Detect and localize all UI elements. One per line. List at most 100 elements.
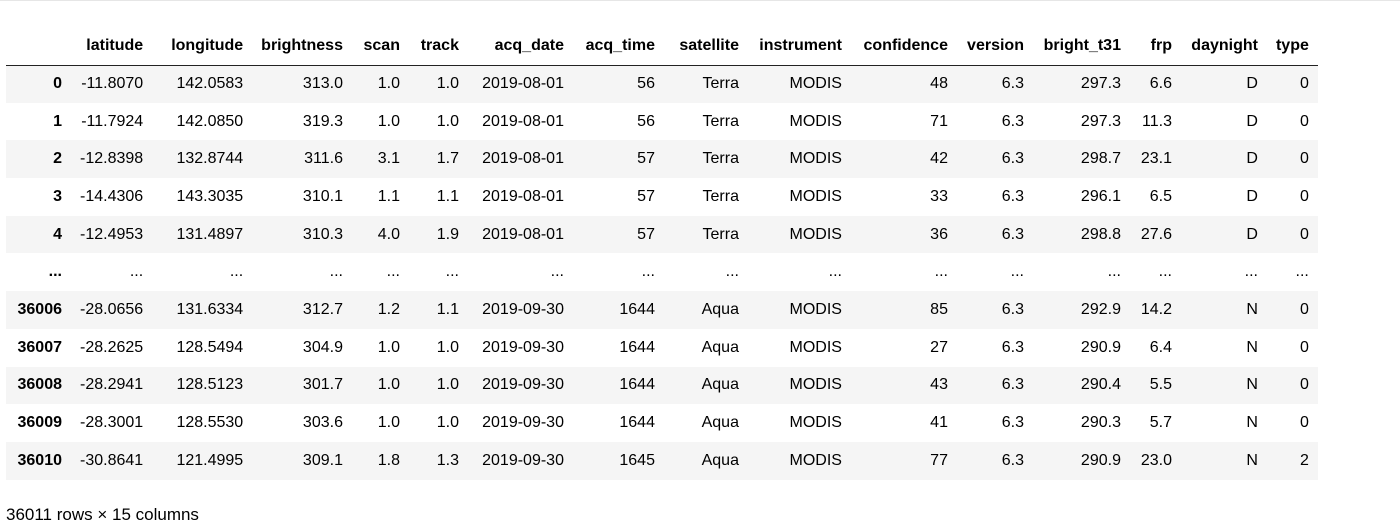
- cell-type: 0: [1299, 225, 1309, 243]
- cell-bright-t31: 298.7: [1080, 150, 1121, 168]
- cell-type: 2: [1299, 451, 1309, 469]
- cell-version: 6.3: [1001, 187, 1024, 205]
- cell-track: 1.7: [436, 150, 459, 168]
- cell-satellite: Terra: [702, 112, 739, 130]
- cell-brightness: 311.6: [304, 150, 343, 168]
- cell-acq-time: 1644: [619, 414, 655, 432]
- cell-daynight: N: [1246, 338, 1258, 356]
- cell-type: 0: [1299, 376, 1309, 394]
- cell-daynight: N: [1246, 376, 1258, 394]
- cell-acq-time: ...: [641, 263, 655, 281]
- cell-brightness: 313.0: [302, 75, 343, 93]
- table-row: 4 -12.4953 131.4897 310.3 4.0 1.9 2019-08-01 57…: [6, 215, 1318, 254]
- cell-satellite: Terra: [702, 75, 739, 93]
- table-row: 1 -11.7924 142.0850 319.3 1.0 1.0 2019-08-01 56…: [6, 102, 1318, 141]
- cell-track: 1.3: [436, 451, 459, 469]
- cell-daynight: D: [1246, 112, 1258, 130]
- cell-acq-time: 1645: [619, 451, 655, 469]
- table-row: 36010 -30.8641 121.4995 309.1 1.8 1.3 2019-09-…: [6, 441, 1318, 480]
- cell-longitude: 132.8744: [176, 150, 244, 168]
- cell-bright-t31: 296.1: [1080, 187, 1121, 205]
- table-row: 2 -12.8398 132.8744 311.6 3.1 1.7 2019-08-01 57…: [6, 140, 1318, 179]
- cell-longitude: 142.0850: [176, 112, 244, 130]
- cell-instrument: MODIS: [789, 376, 842, 394]
- cell-bright-t31: 297.3: [1080, 112, 1121, 130]
- cell-satellite: Terra: [702, 225, 739, 243]
- cell-brightness: ...: [329, 263, 343, 281]
- cell-acq-date: 2019-09-30: [482, 414, 564, 432]
- column-header-track: track: [420, 37, 459, 55]
- cell-confidence: 36: [930, 225, 948, 243]
- cell-scan: 1.0: [377, 75, 400, 93]
- cell-satellite: Aqua: [701, 414, 739, 432]
- cell-longitude: 131.4897: [176, 225, 244, 243]
- cell-acq-date: 2019-09-30: [482, 376, 564, 394]
- table-row: 36009 -28.3001 128.5530 303.6 1.0 1.0 2019-09-…: [6, 404, 1318, 442]
- cell-confidence: 48: [930, 75, 948, 93]
- row-index: 36008: [17, 376, 63, 394]
- cell-daynight: N: [1246, 414, 1258, 432]
- table-row: 36006 -28.0656 131.6334 312.7 1.2 1.1 2019-09-…: [6, 291, 1318, 329]
- cell-daynight: D: [1246, 187, 1258, 205]
- cell-bright-t31: 290.9: [1080, 338, 1121, 356]
- cell-frp: 11.3: [1142, 112, 1172, 130]
- cell-latitude: -11.8070: [81, 75, 144, 93]
- cell-latitude: -30.8641: [80, 451, 144, 469]
- cell-track: 1.9: [436, 225, 459, 243]
- cell-brightness: 312.7: [302, 300, 343, 318]
- cell-confidence: 43: [930, 376, 948, 394]
- column-header-acq-date: acq_date: [494, 37, 564, 55]
- cell-acq-time: 57: [637, 225, 655, 243]
- cell-latitude: ...: [129, 263, 144, 281]
- row-index: 36010: [17, 451, 63, 469]
- column-header-daynight: daynight: [1191, 37, 1258, 55]
- cell-instrument: MODIS: [789, 75, 842, 93]
- cell-satellite: ...: [725, 263, 739, 281]
- cell-scan: 3.1: [377, 150, 400, 168]
- cell-version: 6.3: [1001, 300, 1024, 318]
- cell-satellite: Aqua: [701, 300, 739, 318]
- cell-scan: 1.0: [377, 112, 400, 130]
- cell-frp: 5.5: [1149, 376, 1172, 394]
- cell-track: ...: [445, 263, 459, 281]
- cell-brightness: 319.3: [302, 112, 343, 130]
- cell-instrument: MODIS: [789, 451, 842, 469]
- row-index: 3: [53, 187, 62, 205]
- cell-acq-time: 56: [637, 112, 655, 130]
- row-index: 36006: [17, 300, 63, 318]
- column-header-instrument: instrument: [759, 37, 842, 55]
- column-header-brightness: brightness: [261, 37, 343, 55]
- cell-confidence: ...: [934, 263, 948, 281]
- row-index: ...: [48, 263, 62, 281]
- cell-frp: ...: [1158, 263, 1172, 281]
- cell-scan: 4.0: [377, 225, 400, 243]
- cell-longitude: 142.0583: [176, 75, 244, 93]
- cell-instrument: MODIS: [789, 300, 842, 318]
- cell-type: 0: [1299, 300, 1309, 318]
- column-header-version: version: [967, 37, 1024, 55]
- cell-bright-t31: 297.3: [1080, 75, 1121, 93]
- dataframe-table: latitude longitude brightness scan track acq_…: [6, 28, 1318, 480]
- cell-frp: 5.7: [1149, 414, 1172, 432]
- cell-brightness: 303.6: [302, 414, 343, 432]
- cell-scan: 1.0: [377, 376, 400, 394]
- cell-acq-date: 2019-09-30: [482, 338, 564, 356]
- cell-latitude: -14.4306: [80, 187, 144, 205]
- column-header-acq-time: acq_time: [585, 37, 655, 55]
- cell-daynight: ...: [1244, 263, 1258, 281]
- cell-brightness: 304.9: [302, 338, 343, 356]
- table-row: ........................................…: [6, 253, 1318, 292]
- cell-acq-date: 2019-08-01: [482, 225, 564, 243]
- cell-scan: ...: [386, 263, 400, 281]
- column-header-scan: scan: [363, 37, 400, 55]
- cell-acq-date: 2019-09-30: [482, 451, 564, 469]
- cell-latitude: -12.4953: [80, 225, 144, 243]
- cell-track: 1.0: [436, 414, 459, 432]
- cell-frp: 27.6: [1140, 225, 1172, 243]
- cell-acq-date: 2019-08-01: [482, 75, 564, 93]
- cell-bright-t31: 298.8: [1080, 225, 1121, 243]
- cell-frp: 14.2: [1140, 300, 1172, 318]
- cell-version: 6.3: [1001, 338, 1024, 356]
- column-header-confidence: confidence: [863, 37, 948, 55]
- cell-track: 1.0: [436, 376, 459, 394]
